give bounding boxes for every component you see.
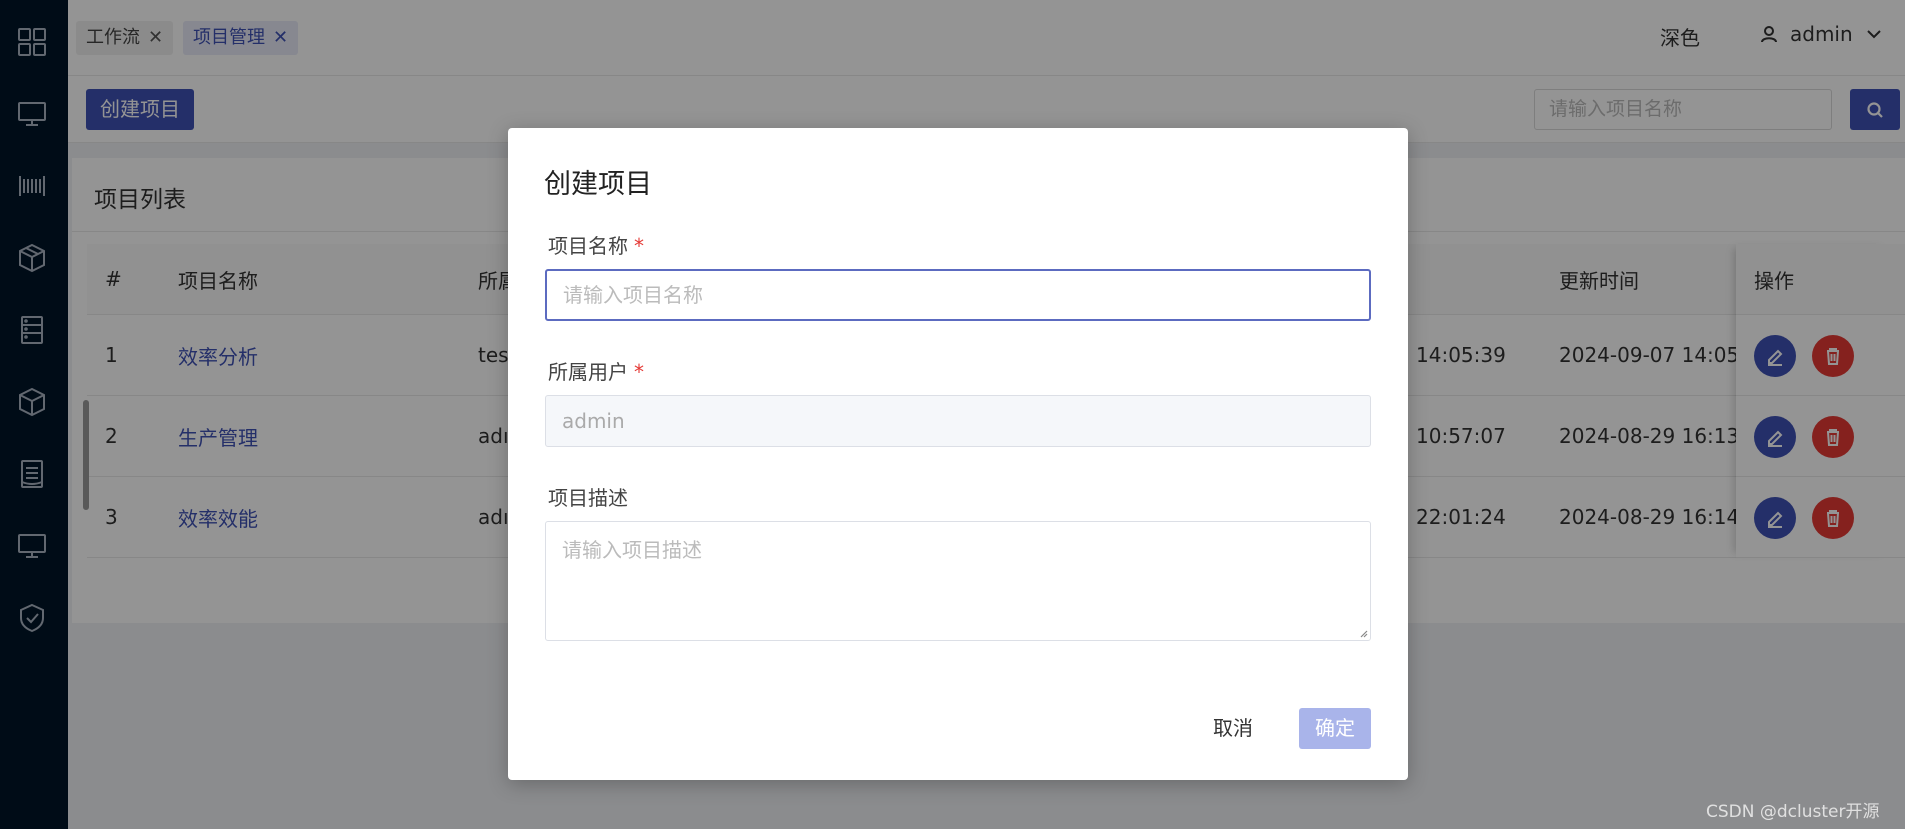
name-label-text: 项目名称 <box>548 234 628 258</box>
required-mark: * <box>634 234 644 258</box>
project-name-input[interactable]: 请输入项目名称 <box>545 269 1371 321</box>
owner-input: admin <box>545 395 1371 447</box>
description-placeholder: 请输入项目描述 <box>562 538 702 562</box>
owner-label-text: 所属用户 <box>548 360 628 384</box>
resize-handle-icon[interactable] <box>1358 628 1368 638</box>
description-textarea[interactable]: 请输入项目描述 <box>545 521 1371 641</box>
name-label: 项目名称 * <box>548 230 644 259</box>
watermark: CSDN @dcluster开源 <box>1706 802 1880 822</box>
create-project-dialog: 创建项目 项目名称 * 请输入项目名称 所属用户 * admin 项目描述 请输入项… <box>508 128 1408 780</box>
owner-label: 所属用户 * <box>548 356 644 385</box>
confirm-button[interactable]: 确定 <box>1299 708 1371 749</box>
dialog-title: 创建项目 <box>544 169 652 200</box>
desc-label: 项目描述 <box>548 486 628 510</box>
required-mark: * <box>634 360 644 384</box>
cancel-button[interactable]: 取消 <box>1213 708 1253 749</box>
